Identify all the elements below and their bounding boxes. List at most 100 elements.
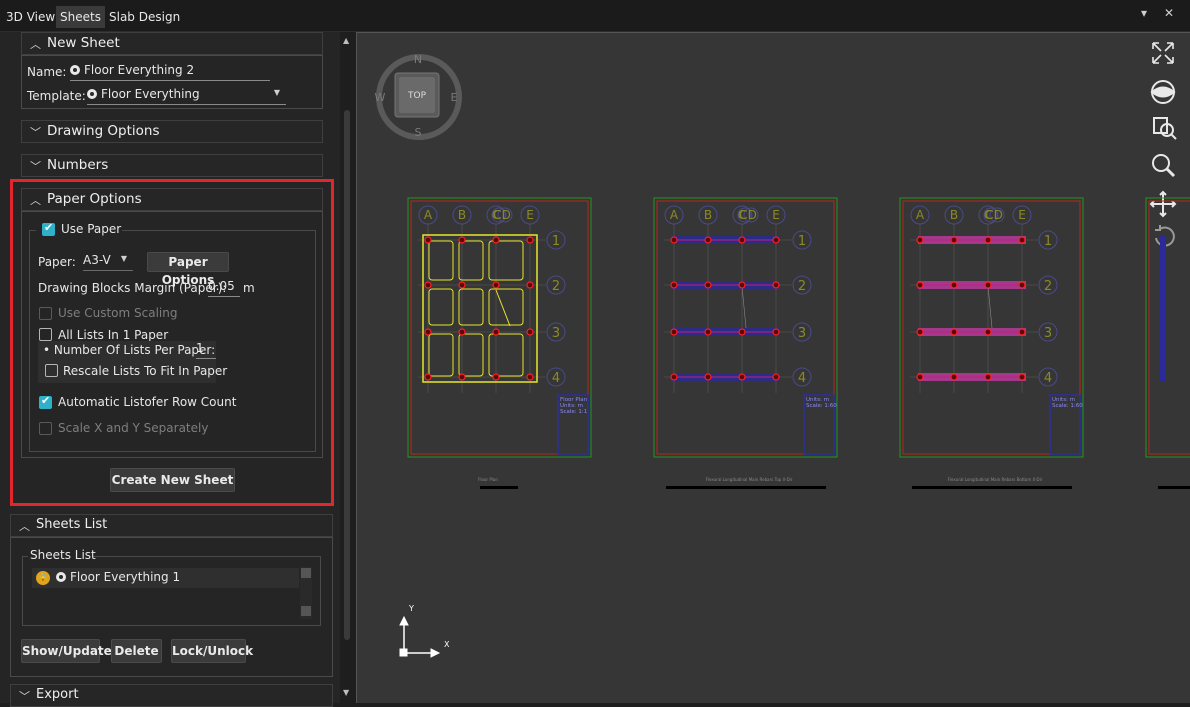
left-panel-scrollbar[interactable]: ▲ ▼ [340, 32, 354, 703]
lock-unlock-button[interactable]: Lock/Unlock [171, 639, 253, 663]
fullscreen-icon[interactable] [1152, 42, 1174, 64]
highlight-frame [10, 179, 334, 506]
sheet-caption: Floor Plan [478, 477, 498, 482]
axis-x-label: X [444, 640, 450, 649]
list-item[interactable]: 🔒 Floor Everything 1 [32, 568, 299, 588]
grid-label: 4 [552, 371, 560, 386]
grid-label: CD [739, 208, 757, 222]
pan-icon[interactable] [1149, 190, 1177, 218]
column-marker [670, 236, 678, 244]
compass-n: N [414, 53, 422, 66]
axis-y-label: Y [408, 604, 414, 613]
slab-panel [428, 333, 454, 377]
slab-panel [488, 240, 524, 281]
viewport-canvas: TOP N S E W Y X A B C ECD1234Floor PlanU… [375, 42, 1190, 658]
drawing-sheet: A B C ECD1234Units: mScale: 1:60Flexural Lo… [653, 197, 838, 489]
column-marker [492, 328, 500, 336]
column-marker [704, 328, 712, 336]
grid-label: 1 [552, 234, 560, 249]
sheet-inner-border [410, 200, 589, 455]
scroll-up-icon[interactable] [301, 568, 311, 578]
rebar-edge [987, 285, 993, 329]
zoom-icon[interactable] [1152, 154, 1176, 178]
compass-e: E [451, 91, 458, 104]
grid-label: A [916, 208, 925, 222]
close-icon[interactable]: ✕ [1164, 6, 1174, 20]
nav-toolbar [1149, 42, 1177, 247]
column-marker [424, 328, 432, 336]
column-marker [984, 236, 992, 244]
numbers-header[interactable]: ﹀ Numbers [21, 154, 323, 177]
list-item-label: Floor Everything 1 [70, 570, 181, 584]
grid-label: B [950, 208, 958, 222]
column-marker [458, 236, 466, 244]
caption-underline [480, 486, 518, 489]
template-value: Floor Everything [101, 87, 200, 101]
tab-sheets[interactable]: Sheets [56, 6, 105, 28]
section-title: Drawing Options [47, 123, 160, 139]
grid-label: E [772, 208, 780, 222]
column-marker [916, 373, 924, 381]
title-block-text: Scale: 1:1 [560, 409, 587, 415]
column-marker [704, 281, 712, 289]
lock-icon: 🔒 [36, 571, 50, 585]
column-marker [984, 281, 992, 289]
export-header[interactable]: ﹀ Export [10, 684, 333, 707]
column-marker [1018, 373, 1026, 381]
new-sheet-header[interactable]: ︿ New Sheet [21, 32, 323, 55]
compass-s: S [415, 126, 422, 139]
scroll-down-icon[interactable] [301, 606, 311, 616]
name-value: Floor Everything 2 [84, 63, 195, 77]
sheets-list-header[interactable]: ︿ Sheets List [10, 514, 333, 537]
section-title: Sheets List [36, 517, 108, 532]
grid-label: 3 [552, 326, 560, 341]
viewcube[interactable]: TOP N S E W [375, 53, 462, 140]
drawing-viewport[interactable]: TOP N S E W Y X A B C E CD 1 2 3 4 Floor… [356, 32, 1190, 703]
rebar-band [1160, 236, 1166, 381]
compass-w: W [375, 91, 386, 104]
scroll-down-icon[interactable]: ▼ [343, 688, 349, 697]
column-marker [670, 281, 678, 289]
chevron-up-icon: ︿ [19, 520, 30, 533]
column-marker [458, 373, 466, 381]
scroll-thumb[interactable] [344, 110, 350, 640]
column-marker [984, 373, 992, 381]
column-marker [492, 373, 500, 381]
name-field[interactable]: Floor Everything 2 [70, 63, 270, 81]
template-select[interactable]: Floor Everything ▼ [87, 87, 286, 105]
chevron-down-icon: ﹀ [30, 126, 41, 139]
column-marker [772, 328, 780, 336]
slab-panel [428, 240, 454, 281]
column-marker [424, 373, 432, 381]
column-marker [950, 328, 958, 336]
show-update-button[interactable]: Show/Update [21, 639, 112, 663]
title-block-text: Scale: 1:60 [1052, 403, 1083, 409]
drawing-options-header[interactable]: ﹀ Drawing Options [21, 120, 323, 143]
grid-label: 1 [798, 234, 806, 249]
delete-button[interactable]: Delete [111, 639, 162, 663]
tab-3d-view[interactable]: 3D View [2, 6, 59, 28]
dropdown-menu-icon[interactable]: ▾ [1141, 6, 1147, 20]
column-marker [1018, 236, 1026, 244]
zoom-window-icon[interactable] [1153, 117, 1177, 140]
column-marker [738, 281, 746, 289]
column-marker [738, 373, 746, 381]
material-dot-icon [56, 572, 66, 582]
list-scrollbar[interactable] [300, 567, 312, 619]
column-marker [1018, 328, 1026, 336]
rebar-edge [741, 285, 747, 329]
template-label: Template: [27, 89, 86, 103]
tab-slab-design[interactable]: Slab Design [105, 6, 184, 28]
column-marker [950, 373, 958, 381]
column-marker [492, 281, 500, 289]
slab-panel [458, 240, 484, 281]
column-marker [704, 236, 712, 244]
column-marker [772, 281, 780, 289]
orbit-icon[interactable] [1150, 80, 1176, 104]
chevron-down-icon: ▼ [273, 88, 280, 97]
slab-panel [488, 288, 524, 326]
scroll-up-icon[interactable]: ▲ [343, 36, 349, 45]
slab-panel [488, 333, 524, 377]
column-marker [916, 281, 924, 289]
chevron-down-icon: ﹀ [30, 160, 41, 173]
